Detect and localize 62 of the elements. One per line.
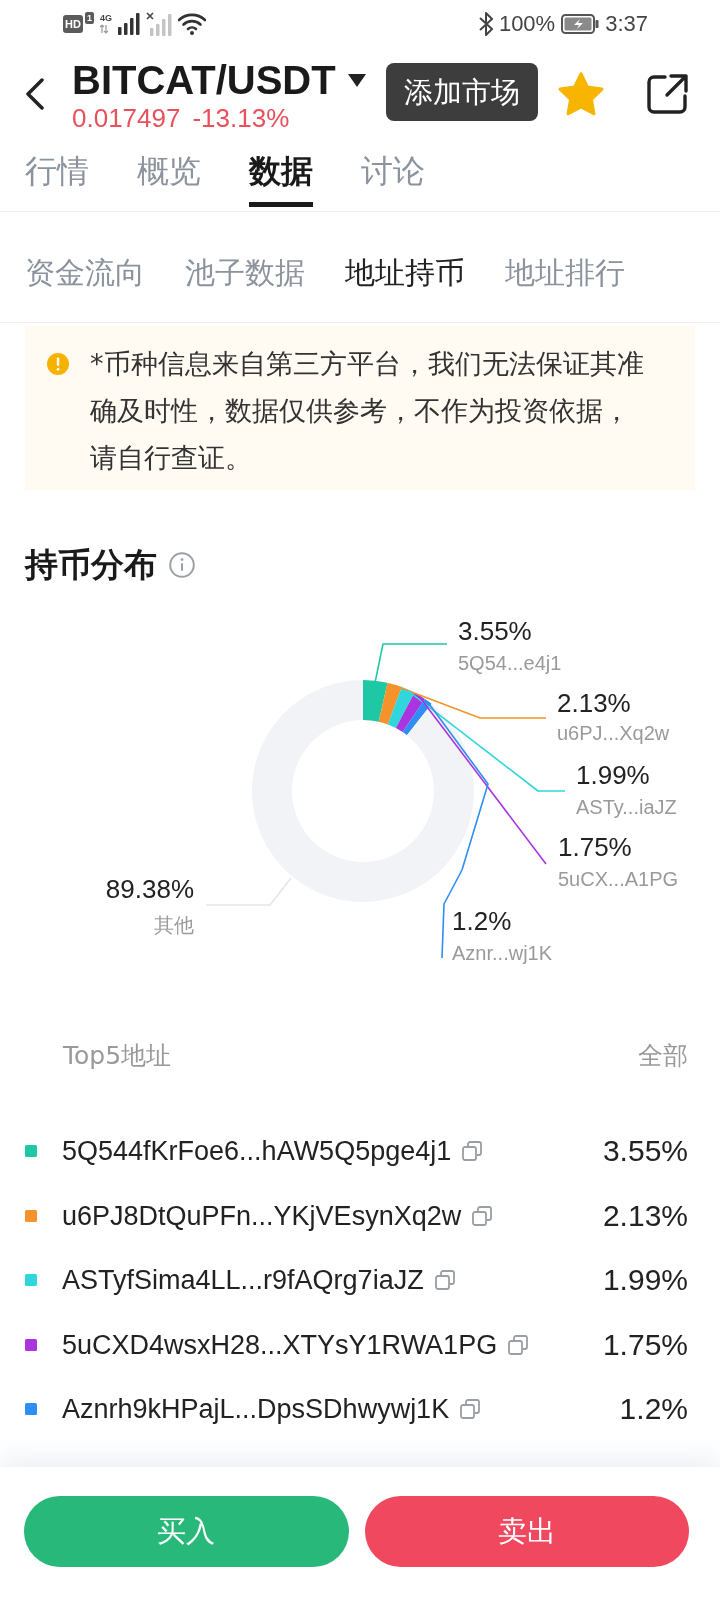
view-all-link[interactable]: 全部 xyxy=(638,1039,688,1073)
bluetooth-icon xyxy=(478,12,493,36)
slice-value-label: 1.75% xyxy=(558,832,632,862)
caret-icon xyxy=(347,73,366,87)
tab[interactable]: 概览 xyxy=(137,140,201,207)
hd-badge: HD xyxy=(63,15,83,33)
info-icon[interactable] xyxy=(169,552,195,578)
slice-value-label: 1.2% xyxy=(452,906,512,936)
wallet-address: 5Q544fKrFoe6...hAW5Q5pge4j1 xyxy=(62,1135,452,1168)
slice-address-label: 5uCX...A1PG xyxy=(558,868,679,890)
holding-share: 1.2% xyxy=(619,1391,688,1428)
sub-tab[interactable]: 资金流向 xyxy=(25,254,145,292)
sell-button[interactable]: 卖出 xyxy=(364,1496,689,1567)
buy-button[interactable]: 买入 xyxy=(24,1496,349,1567)
holding-share: 3.55% xyxy=(602,1133,688,1170)
slice-address-label: 其他 xyxy=(154,914,194,936)
slice-address-label: 5Q54...e4j1 xyxy=(458,652,562,674)
slice-address-label: u6PJ...Xq2w xyxy=(557,722,670,744)
sub-tab[interactable]: 地址持币 xyxy=(345,254,465,292)
slice-value-label: 3.55% xyxy=(458,616,532,646)
wifi-icon xyxy=(177,13,206,35)
slice-value-label: 89.38% xyxy=(105,874,194,904)
battery-icon xyxy=(561,14,600,34)
toast-message: 添加市场 xyxy=(386,63,538,121)
holding-share: 1.75% xyxy=(602,1326,688,1363)
pair-title[interactable]: BITCAT/USDT xyxy=(72,58,336,102)
tab[interactable]: 行情 xyxy=(25,140,89,207)
network-type-label: 4G xyxy=(99,14,112,23)
clock-time: 3:37 xyxy=(605,11,648,37)
wallet-address: ASTyfSima4LL...r9fAQrg7iaJZ xyxy=(62,1264,424,1297)
star-icon[interactable] xyxy=(558,72,604,116)
signal-icon xyxy=(117,13,140,35)
price-change: -13.13% xyxy=(192,104,290,132)
section-title: 持币分布 xyxy=(25,544,157,586)
slice-value-label: 2.13% xyxy=(557,688,631,718)
holding-share: 2.13% xyxy=(602,1197,688,1234)
copy-icon[interactable] xyxy=(459,1398,482,1421)
warning-icon xyxy=(47,353,69,375)
sub-tab[interactable]: 地址排行 xyxy=(505,254,625,292)
sub-tab[interactable]: 池子数据 xyxy=(185,254,305,292)
share-icon[interactable] xyxy=(646,73,690,115)
data-arrows-icon xyxy=(99,24,108,34)
copy-icon[interactable] xyxy=(433,1269,456,1292)
tab[interactable]: 讨论 xyxy=(361,140,425,207)
battery-percent: 100% xyxy=(498,11,556,37)
slice-value-label: 1.99% xyxy=(576,760,650,790)
copy-icon[interactable] xyxy=(471,1204,494,1227)
wallet-address: 5uCXD4wsxH28...XTYsY1RWA1PG xyxy=(62,1328,498,1361)
disclaimer-text: *币种信息来自第三方平台，我们无法保证其准确及时性，数据仅供参考，不作为投资依据，请自行查证。 xyxy=(90,347,645,475)
copy-icon[interactable] xyxy=(507,1333,530,1356)
wallet-address: Aznrh9kHPajL...DpsSDhwywj1K xyxy=(62,1393,450,1426)
slice-address-label: Aznr...wj1K xyxy=(452,942,553,964)
last-price: 0.017497 xyxy=(72,104,181,132)
sim-slot-badge: 1 xyxy=(84,12,94,24)
list-title: Top5地址 xyxy=(63,1040,172,1072)
copy-icon[interactable] xyxy=(461,1140,484,1163)
wallet-address: u6PJ8DtQuPFn...YKjVEsynXq2w xyxy=(62,1199,462,1232)
no-signal-icon xyxy=(145,12,172,36)
back-icon[interactable] xyxy=(25,78,45,110)
holding-share: 1.99% xyxy=(602,1262,688,1299)
tab[interactable]: 数据 xyxy=(249,140,313,207)
slice-address-label: ASTy...iaJZ xyxy=(576,796,677,818)
